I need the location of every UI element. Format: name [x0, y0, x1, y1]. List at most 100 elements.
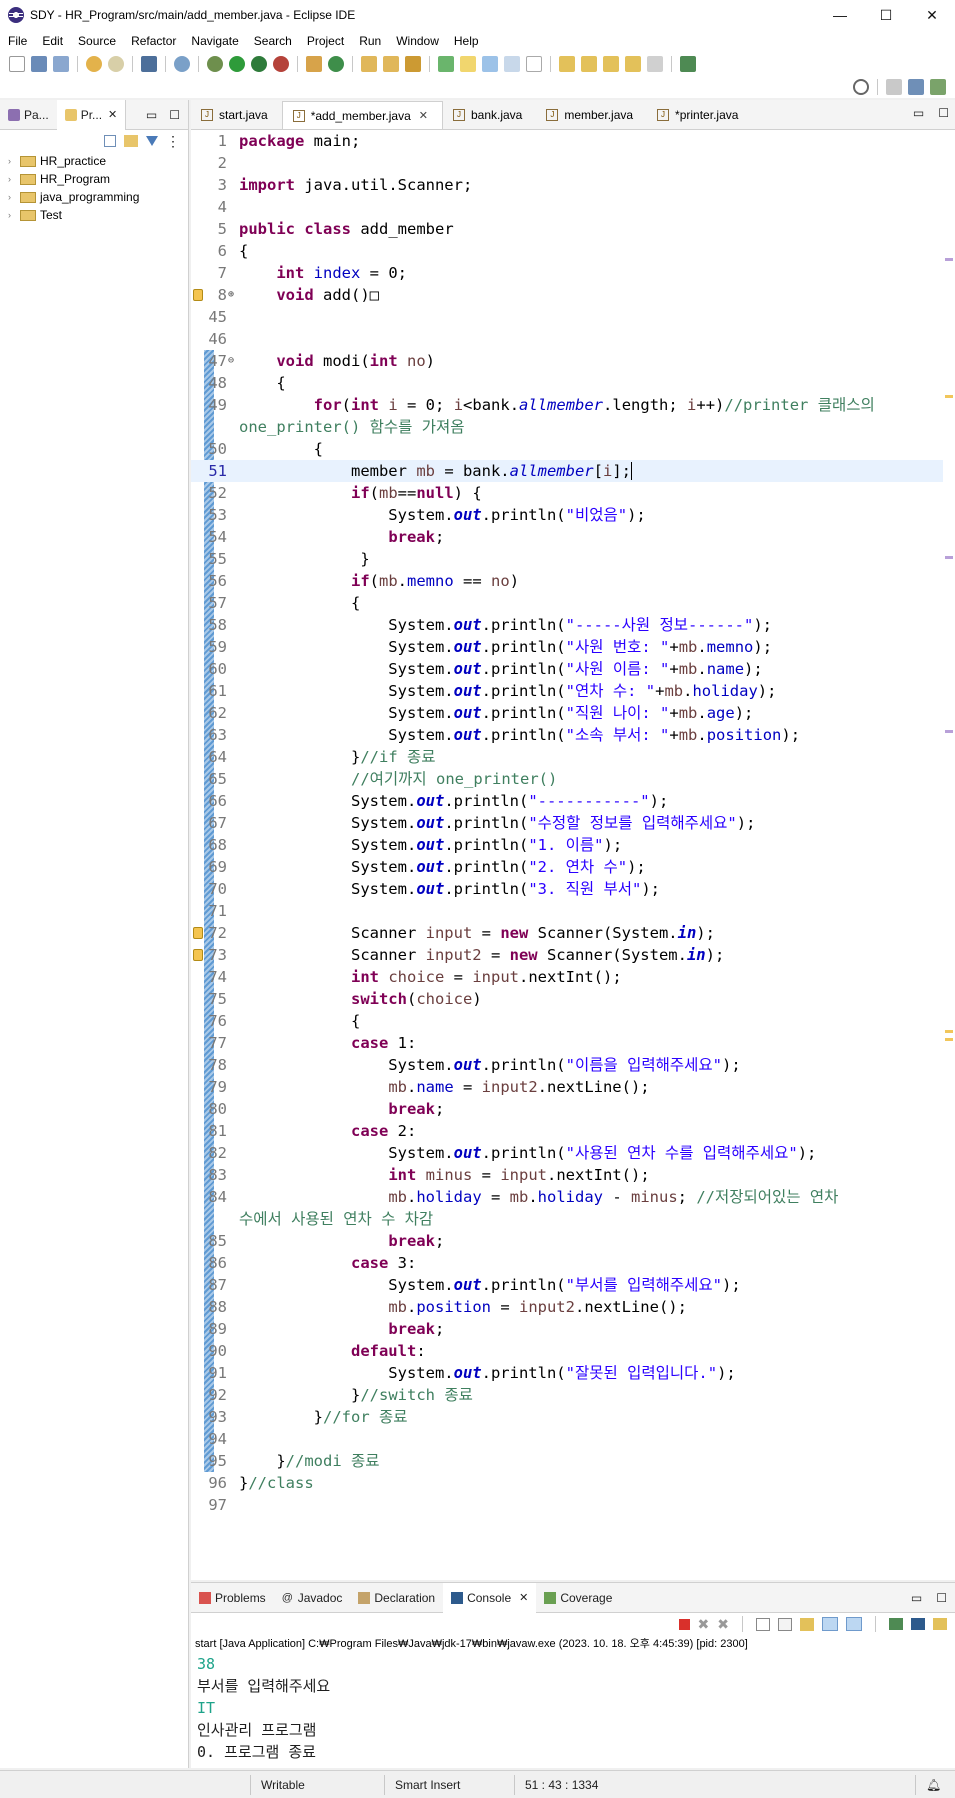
code-line[interactable]: 5 public class add_member [191, 218, 943, 240]
source-code[interactable]: 1 package main; 2 3 import java.util.Scanner… [191, 130, 943, 1516]
tab-bank-java[interactable]: Jbank.java [443, 101, 536, 129]
code-line[interactable]: 61 System.out.println("연차 수: "+mb.holida… [191, 680, 943, 702]
code-line[interactable]: 8 ⊕ void add()□ [191, 284, 943, 306]
previous-annotation-icon[interactable] [581, 56, 597, 72]
code-text[interactable]: System.out.println("부서를 입력해주세요"); [239, 1274, 740, 1296]
close-button[interactable]: ✕ [909, 0, 955, 30]
cursor-position[interactable]: 51 : 43 : 1334 [514, 1774, 634, 1795]
code-text[interactable]: break; [239, 1230, 444, 1252]
code-text[interactable]: }//modi 종료 [239, 1450, 379, 1472]
overview-marker[interactable] [945, 395, 953, 398]
toggle-mark-occurrences-icon[interactable] [438, 56, 454, 72]
code-line[interactable]: 67 System.out.println("수정할 정보를 입력해주세요"); [191, 812, 943, 834]
code-line[interactable]: 87 System.out.println("부서를 입력해주세요"); [191, 1274, 943, 1296]
show-stdout-icon[interactable] [822, 1617, 838, 1631]
code-line[interactable]: 49 for(int i = 0; i<bank.allmember.lengt… [191, 394, 943, 416]
menu-window[interactable]: Window [396, 34, 439, 48]
code-text[interactable]: int minus = input.nextInt(); [239, 1164, 649, 1186]
tab-javadoc[interactable]: @ Javadoc [274, 1583, 351, 1613]
word-wrap-icon[interactable] [800, 1617, 814, 1631]
minimize-view-icon[interactable]: ▭ [146, 108, 157, 122]
open-type-icon[interactable] [361, 56, 377, 72]
code-line[interactable]: 58 System.out.println("-----사원 정보------"… [191, 614, 943, 636]
code-text[interactable]: System.out.println("-----------"); [239, 790, 668, 812]
minimize-view-icon[interactable]: ▭ [913, 106, 924, 120]
code-text[interactable]: if(mb==null) { [239, 482, 482, 504]
code-text[interactable]: default: [239, 1340, 426, 1362]
remove-launch-icon[interactable]: ✖ [698, 1616, 710, 1633]
code-line[interactable]: 89 break; [191, 1318, 943, 1340]
code-line[interactable]: 92 }//switch 종료 [191, 1384, 943, 1406]
menu-navigate[interactable]: Navigate [191, 34, 238, 48]
code-text[interactable]: 수에서 사용된 연차 수 차감 [239, 1208, 433, 1230]
code-text[interactable]: System.out.println("사용된 연차 수를 입력해주세요"); [239, 1142, 816, 1164]
code-text[interactable]: case 3: [239, 1252, 416, 1274]
code-text[interactable]: case 1: [239, 1032, 416, 1054]
code-line[interactable]: 3 import java.util.Scanner; [191, 174, 943, 196]
code-line[interactable]: 46 [191, 328, 943, 350]
code-text[interactable]: } [239, 548, 369, 570]
show-stderr-icon[interactable] [846, 1617, 862, 1631]
link-editor-icon[interactable] [124, 135, 138, 147]
code-line[interactable]: 77 case 1: [191, 1032, 943, 1054]
tree-item-test[interactable]: › Test [0, 206, 188, 224]
open-task-icon[interactable] [383, 56, 399, 72]
code-text[interactable]: System.out.println("소속 부서: "+mb.position… [239, 724, 800, 746]
last-edit-icon[interactable] [603, 56, 619, 72]
code-line[interactable]: 62 System.out.println("직원 나이: "+mb.age); [191, 702, 943, 724]
expand-arrow-icon[interactable]: › [8, 174, 18, 184]
code-text[interactable]: }//if 종료 [239, 746, 436, 768]
forward-icon[interactable] [647, 56, 663, 72]
expand-arrow-icon[interactable]: › [8, 192, 18, 202]
code-line[interactable]: 73 Scanner input2 = new Scanner(System.i… [191, 944, 943, 966]
minimize-button[interactable]: — [817, 0, 863, 30]
tab-printer-java[interactable]: J *printer.java [647, 101, 752, 129]
word-wrap-icon[interactable] [504, 56, 520, 72]
code-line[interactable]: 69 System.out.println("2. 연차 수"); [191, 856, 943, 878]
close-icon[interactable]: ✕ [419, 109, 428, 122]
code-line[interactable]: 7 int index = 0; [191, 262, 943, 284]
highlight-icon[interactable] [460, 56, 476, 72]
external-tools-icon[interactable] [273, 56, 289, 72]
overview-marker[interactable] [945, 730, 953, 733]
expand-arrow-icon[interactable]: › [8, 156, 18, 166]
maximize-button[interactable]: ☐ [863, 0, 909, 30]
code-line[interactable]: 53 System.out.println("비었음"); [191, 504, 943, 526]
code-text[interactable]: void modi(int no) [239, 350, 435, 372]
code-line[interactable]: 54 break; [191, 526, 943, 548]
scroll-lock-icon[interactable] [756, 1617, 770, 1631]
insert-mode[interactable]: Smart Insert [384, 1774, 514, 1795]
code-text[interactable]: one_printer() 함수를 가져옴 [239, 416, 465, 438]
run-icon[interactable] [229, 56, 245, 72]
code-text[interactable]: mb.position = input2.nextLine(); [239, 1296, 687, 1318]
tree-item-hr-program[interactable]: › HR_Program [0, 170, 188, 188]
code-line[interactable]: 90 default: [191, 1340, 943, 1362]
code-line[interactable]: 84 mb.holiday = mb.holiday - minus; //저장… [191, 1186, 943, 1208]
code-text[interactable]: System.out.println("잘못된 입력입니다."); [239, 1362, 735, 1384]
code-text[interactable]: for(int i = 0; i<bank.allmember.length; … [239, 394, 875, 416]
tab-coverage[interactable]: Coverage [536, 1583, 620, 1613]
block-selection-icon[interactable] [482, 56, 498, 72]
code-line[interactable]: 81 case 2: [191, 1120, 943, 1142]
code-text[interactable]: package main; [239, 130, 360, 152]
code-text[interactable]: System.out.println("1. 이름"); [239, 834, 622, 856]
code-text[interactable]: { [239, 1010, 360, 1032]
code-line[interactable]: 52 if(mb==null) { [191, 482, 943, 504]
code-text[interactable]: System.out.println("이름을 입력해주세요"); [239, 1054, 740, 1076]
code-line[interactable]: 97 [191, 1494, 943, 1516]
code-line[interactable]: 74 int choice = input.nextInt(); [191, 966, 943, 988]
tree-item-java-programming[interactable]: › java_programming [0, 188, 188, 206]
code-line[interactable]: 6{ [191, 240, 943, 262]
search-icon[interactable] [853, 79, 869, 95]
tab-problems[interactable]: Problems [191, 1583, 274, 1613]
code-line[interactable]: 78 System.out.println("이름을 입력해주세요"); [191, 1054, 943, 1076]
code-text[interactable]: import java.util.Scanner; [239, 174, 472, 196]
remove-all-icon[interactable]: ✖ [717, 1616, 729, 1633]
code-text[interactable]: System.out.println("수정할 정보를 입력해주세요"); [239, 812, 755, 834]
code-text[interactable]: case 2: [239, 1120, 416, 1142]
menu-help[interactable]: Help [454, 34, 479, 48]
code-line[interactable]: 65 //여기까지 one_printer() [191, 768, 943, 790]
code-text[interactable]: break; [239, 1318, 444, 1340]
code-line[interactable]: 76 { [191, 1010, 943, 1032]
warning-marker-icon[interactable] [193, 927, 203, 939]
